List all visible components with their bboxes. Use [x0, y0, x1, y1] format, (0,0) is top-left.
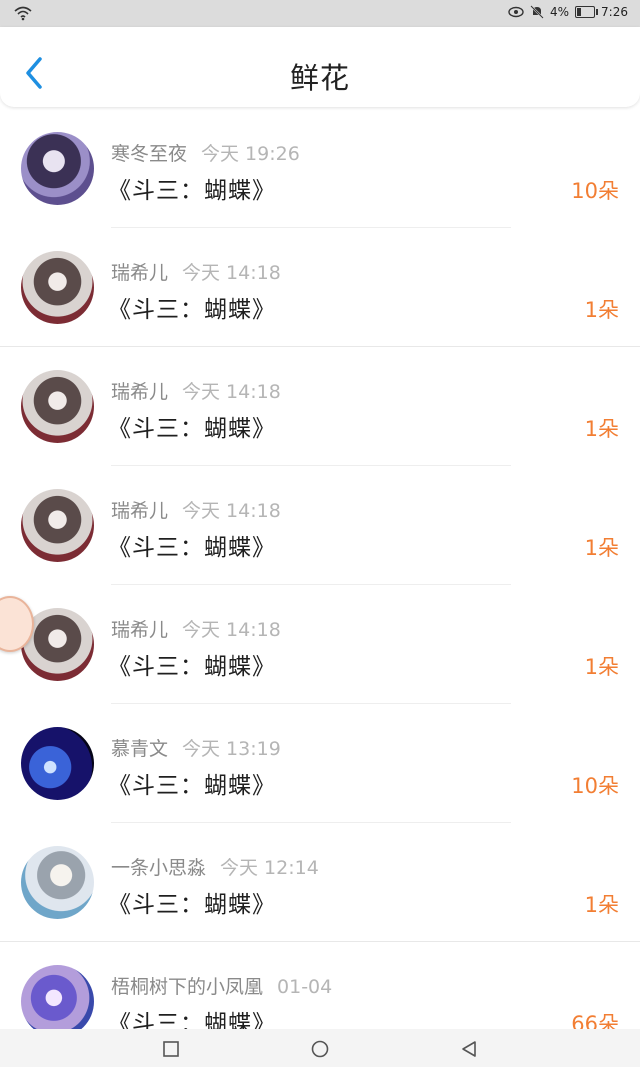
wifi-icon — [14, 6, 32, 21]
sender-name: 慕青文 — [111, 738, 169, 760]
flower-count: 1朵 — [584, 893, 619, 917]
list-item[interactable]: 瑞希儿 今天 14:18 《斗三：蝴蝶》 1朵 — [0, 228, 640, 347]
flower-count: 1朵 — [584, 655, 619, 679]
book-title: 《斗三：蝴蝶》 — [108, 535, 276, 561]
avatar — [21, 727, 94, 800]
list-item[interactable]: 瑞希儿 今天 14:18 《斗三：蝴蝶》 1朵 — [0, 466, 640, 585]
flower-list: 寒冬至夜 今天 19:26 《斗三：蝴蝶》 10朵 瑞希儿 今天 14:18 《斗三… — [0, 109, 640, 1061]
sender-name: 瑞希儿 — [111, 262, 169, 284]
list-item[interactable]: 慕青文 今天 13:19 《斗三：蝴蝶》 10朵 — [0, 704, 640, 823]
sender-name: 瑞希儿 — [111, 381, 169, 403]
flower-count: 10朵 — [571, 774, 619, 798]
list-item[interactable]: 瑞希儿 今天 14:18 《斗三：蝴蝶》 1朵 — [0, 347, 640, 466]
flower-count: 1朵 — [584, 536, 619, 560]
flower-count: 10朵 — [571, 179, 619, 203]
recents-square-icon[interactable] — [162, 1040, 180, 1058]
timestamp: 今天 14:18 — [182, 619, 281, 641]
timestamp: 今天 13:19 — [182, 738, 281, 760]
avatar — [21, 370, 94, 443]
sender-meta: 瑞希儿 今天 14:18 — [111, 496, 281, 523]
sender-meta: 瑞希儿 今天 14:18 — [111, 258, 281, 285]
status-right: 4% 7:26 — [508, 5, 628, 19]
app-header: 鲜花 — [0, 27, 640, 107]
battery-percent: 4% — [550, 5, 570, 19]
flower-count: 1朵 — [584, 298, 619, 322]
sender-meta: 梧桐树下的小凤凰 01-04 — [111, 972, 332, 999]
list-item[interactable]: 一条小思淼 今天 12:14 《斗三：蝴蝶》 1朵 — [0, 823, 640, 942]
sender-name: 寒冬至夜 — [111, 143, 188, 165]
timestamp: 今天 14:18 — [182, 381, 281, 403]
sender-meta: 一条小思淼 今天 12:14 — [111, 853, 319, 880]
book-title: 《斗三：蝴蝶》 — [108, 297, 276, 323]
list-item[interactable]: 瑞希儿 今天 14:18 《斗三：蝴蝶》 1朵 — [0, 585, 640, 704]
book-title: 《斗三：蝴蝶》 — [108, 892, 276, 918]
sender-meta: 瑞希儿 今天 14:18 — [111, 377, 281, 404]
sender-meta: 瑞希儿 今天 14:18 — [111, 615, 281, 642]
avatar — [21, 251, 94, 324]
timestamp: 今天 14:18 — [182, 262, 281, 284]
book-title: 《斗三：蝴蝶》 — [108, 416, 276, 442]
sender-name: 瑞希儿 — [111, 619, 169, 641]
book-title: 《斗三：蝴蝶》 — [108, 654, 276, 680]
avatar — [21, 489, 94, 562]
book-title: 《斗三：蝴蝶》 — [108, 773, 276, 799]
system-nav-bar — [0, 1029, 640, 1067]
sender-meta: 慕青文 今天 13:19 — [111, 734, 281, 761]
page-title: 鲜花 — [289, 61, 350, 95]
timestamp: 今天 19:26 — [201, 143, 300, 165]
book-title: 《斗三：蝴蝶》 — [108, 178, 276, 204]
sender-name: 一条小思淼 — [111, 857, 207, 879]
avatar — [21, 965, 94, 1038]
sender-name: 瑞希儿 — [111, 500, 169, 522]
timestamp: 今天 14:18 — [182, 500, 281, 522]
timestamp: 今天 12:14 — [220, 857, 319, 879]
clock: 7:26 — [601, 5, 628, 19]
bell-muted-icon — [530, 5, 544, 19]
avatar — [21, 846, 94, 919]
list-item[interactable]: 寒冬至夜 今天 19:26 《斗三：蝴蝶》 10朵 — [0, 109, 640, 228]
status-bar: 4% 7:26 — [0, 0, 640, 27]
eye-icon — [508, 6, 524, 18]
back-triangle-icon[interactable] — [460, 1040, 478, 1058]
avatar — [21, 132, 94, 205]
timestamp: 01-04 — [277, 976, 333, 998]
battery-icon — [575, 6, 599, 18]
sender-meta: 寒冬至夜 今天 19:26 — [111, 139, 300, 166]
home-circle-icon[interactable] — [311, 1040, 329, 1058]
sender-name: 梧桐树下的小凤凰 — [111, 976, 264, 998]
flower-count: 1朵 — [584, 417, 619, 441]
